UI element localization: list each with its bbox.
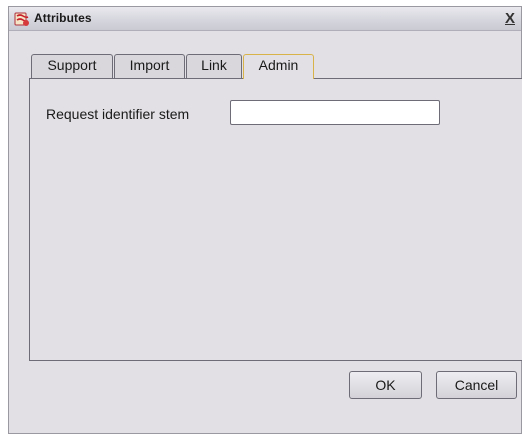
app-icon (14, 11, 30, 27)
attributes-dialog: Attributes X Support Import Link Admin R… (8, 6, 522, 434)
request-identifier-stem-label: Request identifier stem (46, 106, 190, 122)
tab-import[interactable]: Import (114, 54, 185, 78)
cancel-button[interactable]: Cancel (436, 371, 517, 399)
tab-support[interactable]: Support (31, 54, 113, 78)
window-title: Attributes (34, 11, 92, 25)
tab-link[interactable]: Link (186, 54, 242, 78)
title-bar[interactable]: Attributes X (9, 7, 521, 31)
request-identifier-stem-input[interactable] (230, 100, 440, 125)
ok-button[interactable]: OK (349, 371, 422, 399)
admin-tab-panel: Request identifier stem (29, 78, 522, 361)
tab-admin[interactable]: Admin (243, 54, 314, 79)
close-button[interactable]: X (503, 11, 517, 26)
